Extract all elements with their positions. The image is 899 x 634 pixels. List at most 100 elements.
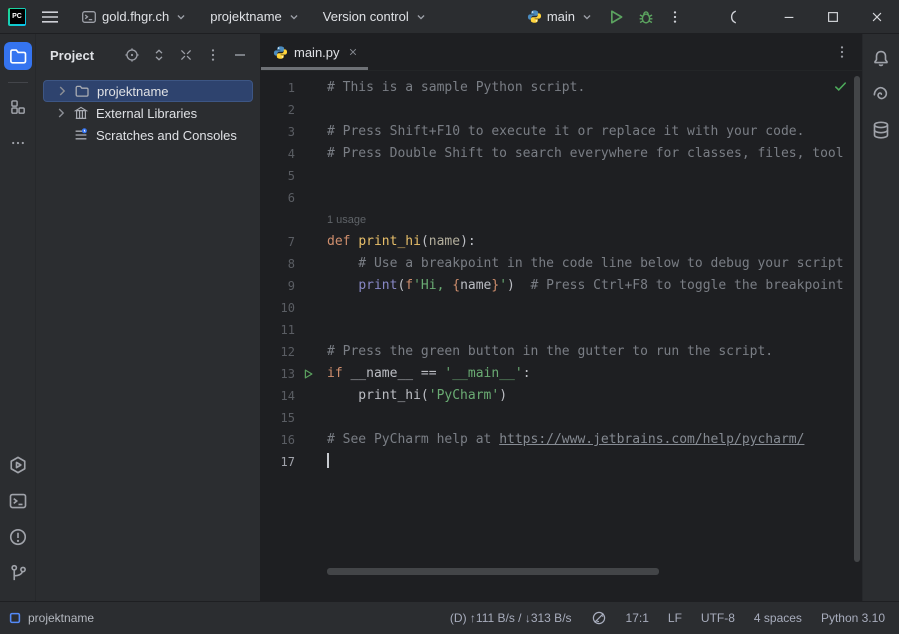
code-text — [327, 451, 329, 473]
line-number[interactable]: 11 — [261, 319, 295, 341]
minimize-button[interactable] — [767, 0, 811, 34]
progress-indicator[interactable] — [723, 3, 751, 31]
hide-panel-button[interactable] — [230, 45, 250, 65]
code-lines[interactable]: 1# This is a sample Python script.23# Pr… — [261, 71, 862, 473]
close-button[interactable] — [855, 0, 899, 34]
project-selector[interactable]: projektname — [203, 4, 308, 29]
tree-item-scratches[interactable]: Scratches and Consoles — [43, 124, 253, 146]
tab-close-icon[interactable] — [348, 47, 358, 57]
interpreter-widget[interactable]: Python 3.10 — [821, 611, 885, 625]
line-number[interactable]: 13 — [261, 363, 295, 385]
tab-options-button[interactable] — [822, 44, 862, 60]
code-line[interactable]: 4# Press Double Shift to search everywhe… — [261, 143, 862, 165]
line-number[interactable]: 5 — [261, 165, 295, 187]
ai-assistant-icon — [871, 84, 891, 104]
line-number[interactable] — [261, 209, 295, 231]
code-line[interactable]: 9 print(f'Hi, {name}') # Press Ctrl+F8 t… — [261, 275, 862, 297]
line-number[interactable]: 7 — [261, 231, 295, 253]
hamburger-menu-icon — [40, 9, 60, 25]
code-line[interactable]: 7def print_hi(name): — [261, 231, 862, 253]
line-number[interactable]: 14 — [261, 385, 295, 407]
main-menu-button[interactable] — [34, 3, 66, 31]
select-opened-file-button[interactable] — [122, 45, 142, 65]
project-tool-button[interactable] — [4, 42, 32, 70]
network-speed-widget[interactable]: (D) ↑111 B/s / ↓313 B/s — [450, 611, 572, 625]
ai-assistant-button[interactable] — [867, 80, 895, 108]
editor-viewport[interactable]: 1# This is a sample Python script.23# Pr… — [261, 71, 862, 601]
caret-position-widget[interactable]: 17:1 — [626, 611, 649, 625]
line-number[interactable]: 15 — [261, 407, 295, 429]
gutter-run-icon[interactable] — [295, 363, 321, 385]
tree-item-external-libraries[interactable]: External Libraries — [43, 102, 253, 124]
code-line[interactable]: 8 # Use a breakpoint in the code line be… — [261, 253, 862, 275]
line-number[interactable]: 6 — [261, 187, 295, 209]
vcs-menu[interactable]: Version control — [316, 4, 435, 29]
horizontal-scrollbar[interactable] — [327, 568, 659, 575]
chevron-right-icon[interactable] — [54, 83, 70, 99]
code-line[interactable]: 16# See PyCharm help at https://www.jetb… — [261, 429, 862, 451]
more-tool-windows-button[interactable] — [4, 129, 32, 157]
line-number[interactable]: 8 — [261, 253, 295, 275]
terminal-tool-button[interactable] — [4, 487, 32, 515]
run-button[interactable] — [601, 2, 631, 32]
usage-hint-line[interactable]: 1 usage — [261, 209, 862, 231]
line-separator-widget[interactable]: LF — [668, 611, 682, 625]
line-number[interactable]: 16 — [261, 429, 295, 451]
loading-spinner-icon — [729, 9, 745, 25]
title-bar: PC gold.fhgr.ch projektname Version cont… — [0, 0, 899, 34]
line-number[interactable]: 4 — [261, 143, 295, 165]
line-number[interactable]: 3 — [261, 121, 295, 143]
host-selector[interactable]: gold.fhgr.ch — [74, 4, 195, 30]
problems-tool-button[interactable] — [4, 523, 32, 551]
database-button[interactable] — [867, 116, 895, 144]
run-config-selector[interactable]: main — [520, 4, 601, 29]
chevron-right-icon[interactable] — [53, 105, 69, 121]
run-tool-button[interactable] — [4, 451, 32, 479]
gutter-space — [295, 297, 321, 319]
expand-collapse-icon — [151, 47, 167, 63]
code-line[interactable]: 2 — [261, 99, 862, 121]
line-number[interactable]: 9 — [261, 275, 295, 297]
code-line[interactable]: 1# This is a sample Python script. — [261, 77, 862, 99]
indent-widget[interactable]: 4 spaces — [754, 611, 802, 625]
inspection-ok-icon[interactable] — [833, 79, 848, 94]
gutter-space — [295, 407, 321, 429]
tree-item-projektname[interactable]: projektname — [43, 80, 253, 102]
code-line[interactable]: 14 print_hi('PyCharm') — [261, 385, 862, 407]
tab-main-py[interactable]: main.py — [261, 34, 368, 70]
code-line[interactable]: 5 — [261, 165, 862, 187]
line-number[interactable]: 17 — [261, 451, 295, 473]
status-project-label: projektname — [28, 611, 94, 625]
highlighting-level-widget[interactable] — [591, 610, 607, 626]
code-line[interactable]: 10 — [261, 297, 862, 319]
notifications-button[interactable] — [867, 44, 895, 72]
more-actions-button[interactable] — [661, 3, 689, 31]
git-branch-icon — [8, 563, 28, 583]
maximize-button[interactable] — [811, 0, 855, 34]
structure-tool-button[interactable] — [4, 93, 32, 121]
line-number[interactable]: 12 — [261, 341, 295, 363]
code-line[interactable]: 17 — [261, 451, 862, 473]
code-line[interactable]: 15 — [261, 407, 862, 429]
code-line[interactable]: 12# Press the green button in the gutter… — [261, 341, 862, 363]
collapse-all-button[interactable] — [176, 45, 196, 65]
gutter-space — [295, 429, 321, 451]
vertical-scrollbar[interactable] — [854, 76, 860, 562]
gutter-space — [295, 165, 321, 187]
left-tool-stripe — [0, 34, 36, 601]
status-project-widget[interactable]: projektname — [8, 611, 94, 625]
minimize-icon — [782, 10, 796, 24]
expand-collapse-button[interactable] — [149, 45, 169, 65]
panel-options-button[interactable] — [203, 45, 223, 65]
debug-button[interactable] — [631, 2, 661, 32]
line-number[interactable]: 1 — [261, 77, 295, 99]
scratches-icon — [73, 127, 89, 143]
code-line[interactable]: 6 — [261, 187, 862, 209]
encoding-widget[interactable]: UTF-8 — [701, 611, 735, 625]
code-line[interactable]: 11 — [261, 319, 862, 341]
version-control-tool-button[interactable] — [4, 559, 32, 587]
line-number[interactable]: 10 — [261, 297, 295, 319]
code-line[interactable]: 3# Press Shift+F10 to execute it or repl… — [261, 121, 862, 143]
code-line[interactable]: 13 if __name__ == '__main__': — [261, 363, 862, 385]
line-number[interactable]: 2 — [261, 99, 295, 121]
